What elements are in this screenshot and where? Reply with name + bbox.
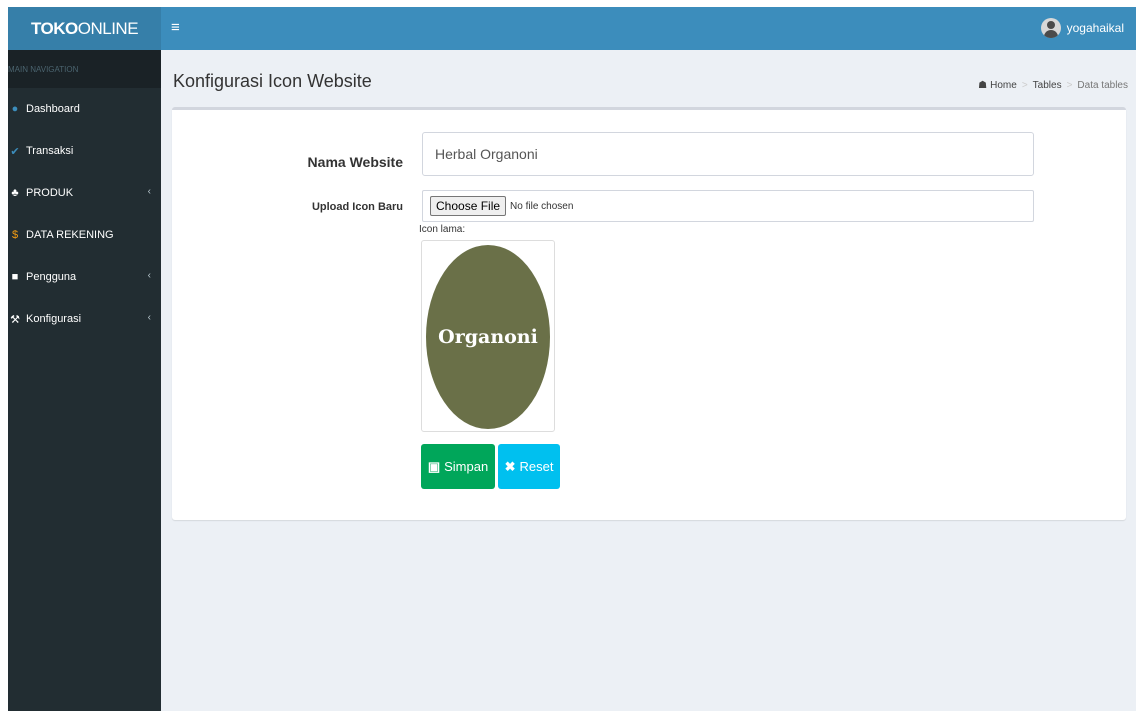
brand-logo[interactable]: TOKO ONLINE <box>8 7 161 50</box>
sidebar-item-label: Dashboard <box>26 103 80 115</box>
nama-website-input[interactable]: Herbal Organoni <box>422 132 1034 176</box>
breadcrumb: ☗ Home > Tables > Data tables <box>978 80 1128 91</box>
sidebar-toggle-icon[interactable]: ≡ <box>171 18 191 38</box>
nama-website-label: Nama Website <box>307 154 403 170</box>
top-navbar: ≡ yogahaikal <box>161 7 1136 50</box>
sidebar-item-produk[interactable]: ♣ PRODUK ‹ <box>8 172 161 214</box>
sidebar-item-konfigurasi[interactable]: ⚒ Konfigurasi ‹ <box>8 298 161 340</box>
sidebar-item-label: PRODUK <box>26 187 74 199</box>
sitemap-icon: ♣ <box>11 187 19 199</box>
file-status: No file chosen <box>510 200 574 212</box>
upload-icon-input[interactable]: Choose File No file chosen <box>422 190 1034 222</box>
sidebar: MAIN NAVIGATION ● Dashboard ✔ Transaksi … <box>8 50 161 711</box>
breadcrumb-separator: > <box>1021 80 1028 91</box>
sidebar-item-label: DATA REKENING <box>26 229 114 241</box>
icon-lama-label: Icon lama: <box>419 224 466 235</box>
sidebar-item-pengguna[interactable]: ■ Pengguna ‹ <box>8 256 161 298</box>
sidebar-header: MAIN NAVIGATION <box>8 50 161 88</box>
choose-file-button[interactable]: Choose File <box>430 196 507 216</box>
breadcrumb-current: Data tables <box>1077 80 1128 91</box>
home-icon: ☗ <box>978 80 988 91</box>
save-icon: ▣ <box>427 458 441 474</box>
chevron-left-icon: ‹ <box>147 270 151 281</box>
page-title: Konfigurasi Icon Website <box>173 71 372 91</box>
sidebar-item-label: Transaksi <box>26 145 74 157</box>
form-box: Nama Website Herbal Organoni Upload Icon… <box>172 107 1126 520</box>
breadcrumb-separator: > <box>1066 80 1073 91</box>
save-button-label: Simpan <box>444 459 489 474</box>
sidebar-item-label: Pengguna <box>26 271 77 283</box>
brand-normal: ONLINE <box>77 18 139 38</box>
wrench-icon: ⚒ <box>10 313 20 326</box>
breadcrumb-tables[interactable]: Tables <box>1033 80 1062 91</box>
save-button[interactable]: ▣ Simpan <box>421 444 495 489</box>
sidebar-item-label: Konfigurasi <box>26 313 82 325</box>
upload-icon-label: Upload Icon Baru <box>311 201 403 213</box>
dashboard-icon: ● <box>11 103 19 115</box>
sidebar-item-transaksi[interactable]: ✔ Transaksi <box>8 130 161 172</box>
reset-button[interactable]: ✖ Reset <box>498 444 560 489</box>
sidebar-item-data-rekening[interactable]: $ DATA REKENING <box>8 214 161 256</box>
lock-icon: ■ <box>11 271 19 283</box>
current-icon-thumbnail: Organoni <box>421 240 555 432</box>
brand-bold: TOKO <box>30 18 78 38</box>
close-icon: ✖ <box>504 458 516 474</box>
dollar-icon: $ <box>11 229 19 241</box>
app-frame: TOKO ONLINE ≡ yogahaikal MAIN NAVIGATION … <box>8 7 1136 711</box>
username: yogahaikal <box>1066 21 1124 35</box>
icon-image-text: Organoni <box>438 326 538 348</box>
avatar <box>1040 18 1061 38</box>
check-icon: ✔ <box>10 145 20 158</box>
current-icon-image: Organoni <box>426 245 550 429</box>
sidebar-item-dashboard[interactable]: ● Dashboard <box>8 88 161 130</box>
chevron-left-icon: ‹ <box>147 312 151 323</box>
breadcrumb-home[interactable]: Home <box>990 80 1017 91</box>
chevron-left-icon: ‹ <box>147 186 151 197</box>
user-menu[interactable]: yogahaikal <box>1040 18 1124 38</box>
reset-button-label: Reset <box>519 459 554 474</box>
